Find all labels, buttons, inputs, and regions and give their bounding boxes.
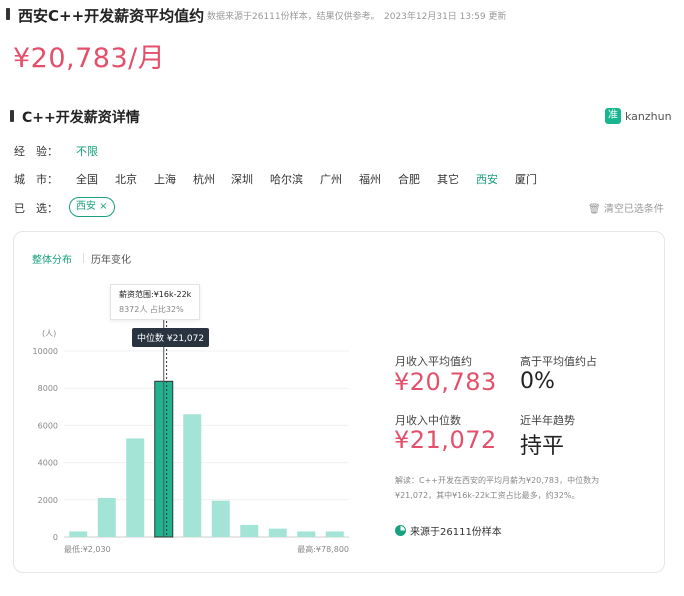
city-option-全国[interactable]: 全国	[76, 171, 98, 187]
bar-tooltip: 薪资范围:¥16k-22k 8372人 占比32%	[110, 284, 201, 320]
median-tag: 中位数 ¥21,072	[132, 328, 210, 347]
sample-source: 来源于26111份样本	[395, 523, 502, 538]
y-tick-label: 4000	[38, 459, 58, 468]
avg-salary-label: 月收入平均值约	[395, 355, 472, 368]
page-title: 西安C++开发薪资平均值约	[18, 7, 205, 25]
salary-distribution-card: 整体分布 历年变化 (人) 0 2000 4000 6000 8000 10000 最低:¥2…	[13, 231, 665, 573]
title-accent-mark	[6, 8, 10, 20]
city-option-杭州[interactable]: 杭州	[193, 171, 215, 187]
tooltip-range: 薪资范围:¥16k-22k	[119, 290, 192, 299]
experience-value[interactable]: 不限	[76, 143, 98, 159]
interpretation-line-2: ¥21,072，其中¥16k-22k工资占比最多，约32%。	[395, 491, 580, 500]
pie-chart-icon	[395, 525, 406, 536]
city-option-福州[interactable]: 福州	[359, 171, 381, 187]
bar	[126, 438, 145, 537]
bar	[97, 497, 116, 537]
interpretation-line-1: 解读：C++开发在西安的平均月薪为¥20,783，中位数为	[395, 476, 600, 485]
kanzhun-logo-icon: 准	[605, 108, 621, 124]
city-option-上海[interactable]: 上海	[154, 171, 176, 187]
bar	[325, 531, 344, 537]
y-tick-label: 6000	[38, 421, 58, 430]
trend-label: 近半年趋势	[520, 414, 575, 427]
city-option-合肥[interactable]: 合肥	[398, 171, 420, 187]
y-tick-label: 2000	[38, 496, 58, 505]
y-tick-label: 10000	[33, 347, 58, 356]
kanzhun-logo[interactable]: 准 kanzhun	[605, 108, 672, 124]
y-axis-unit: (人)	[42, 329, 56, 338]
clear-filters-button[interactable]: 🗑 清空已选条件	[588, 200, 664, 215]
city-option-深圳[interactable]: 深圳	[231, 171, 253, 187]
salary-interpretation: 解读：C++开发在西安的平均月薪为¥20,783，中位数为 ¥21,072，其中…	[395, 473, 645, 503]
trash-icon: 🗑	[588, 204, 601, 215]
bar	[297, 531, 316, 537]
average-salary: ¥20,783/月	[13, 43, 166, 74]
kanzhun-logo-text: kanzhun	[625, 109, 672, 123]
clear-filters-label: 清空已选条件	[603, 204, 664, 215]
city-option-厦门[interactable]: 厦门	[515, 171, 537, 187]
city-option-西安[interactable]: 西安	[476, 171, 498, 187]
avg-salary-value: ¥20,783	[394, 368, 497, 396]
bar	[268, 528, 287, 537]
bar	[183, 414, 202, 537]
trend-value: 持平	[520, 434, 565, 459]
bar	[240, 524, 259, 537]
city-label: 城 市：	[14, 173, 58, 186]
x-min-label: 最低:¥2,030	[64, 544, 111, 554]
selected-label: 已 选：	[14, 202, 58, 215]
experience-label: 经 验：	[14, 145, 58, 158]
section-accent-mark	[10, 110, 14, 122]
city-option-广州[interactable]: 广州	[320, 171, 342, 187]
section-title: C++开发薪资详情	[22, 110, 140, 126]
bar	[69, 531, 88, 537]
above-avg-label: 高于平均值约占	[520, 355, 597, 368]
city-option-哈尔滨[interactable]: 哈尔滨	[270, 171, 303, 187]
salary-bar-chart: (人) 0 2000 4000 6000 8000 10000 最低:¥2,030 最高:¥78…	[33, 297, 349, 554]
update-time: 2023年12月31日 13:59 更新	[384, 12, 507, 22]
above-avg-value: 0%	[520, 369, 555, 394]
x-max-label: 最高:¥78,800	[297, 544, 349, 554]
sample-note: 数据来源于26111份样本，结果仅供参考。	[207, 12, 380, 22]
city-option-北京[interactable]: 北京	[115, 171, 137, 187]
bar	[211, 500, 230, 537]
selected-chip-xian[interactable]: 西安 ×	[69, 197, 115, 217]
sample-source-text: 来源于26111份样本	[410, 527, 502, 538]
median-salary-value: ¥21,072	[394, 426, 497, 454]
y-tick-label: 8000	[38, 384, 58, 393]
y-tick-label: 0	[53, 533, 58, 542]
city-option-其它[interactable]: 其它	[437, 171, 459, 187]
tooltip-count: 8372人 占比32%	[119, 305, 184, 314]
